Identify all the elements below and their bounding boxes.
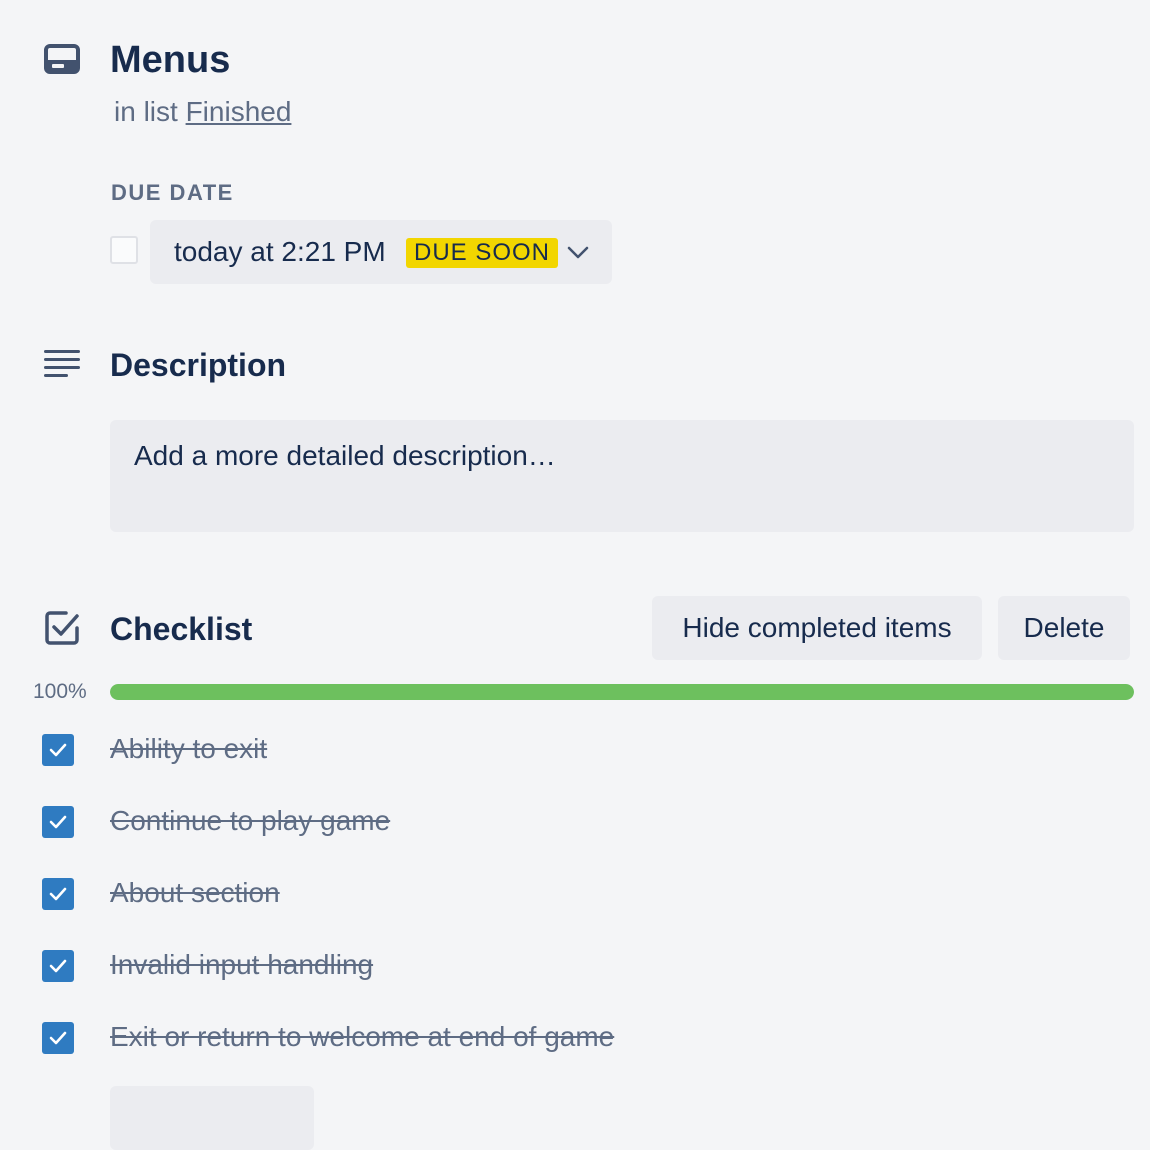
checklist-item-checkbox[interactable] <box>42 1022 74 1054</box>
card-title[interactable]: Menus <box>110 38 230 82</box>
add-item-button[interactable] <box>110 1086 314 1150</box>
description-heading: Description <box>110 347 287 383</box>
in-list-line: in list Finished <box>114 96 291 128</box>
checklist-item-label[interactable]: Exit or return to welcome at end of game <box>110 1020 614 1054</box>
checklist-item: Invalid input handling <box>0 928 1150 1000</box>
checklist-progress-bar <box>110 684 1134 700</box>
checkmark-icon <box>49 887 67 901</box>
checklist-item-label[interactable]: Invalid input handling <box>110 948 373 982</box>
description-lines-icon <box>44 348 80 378</box>
checkmark-icon <box>49 815 67 829</box>
delete-checklist-button[interactable]: Delete <box>998 596 1130 660</box>
checkmark-icon <box>49 959 67 973</box>
checklist-item-label[interactable]: About section <box>110 876 280 910</box>
due-date-value: today at 2:21 PM <box>174 236 386 267</box>
description-editor[interactable]: Add a more detailed description… <box>110 420 1134 532</box>
card-icon <box>44 44 80 74</box>
checklist-item-checkbox[interactable] <box>42 806 74 838</box>
checklist-items: Ability to exit Continue to play game Abou… <box>0 712 1150 1072</box>
checklist-item: About section <box>0 856 1150 928</box>
due-date-label: DUE DATE <box>111 180 234 205</box>
checklist-item-checkbox[interactable] <box>42 734 74 766</box>
checklist-item-checkbox[interactable] <box>42 950 74 982</box>
checklist-progress-fill <box>110 684 1134 700</box>
checklist-progress-percent: 100% <box>33 680 87 703</box>
checklist-item: Exit or return to welcome at end of game <box>0 1000 1150 1072</box>
list-name-link[interactable]: Finished <box>186 96 292 127</box>
due-date-button[interactable]: today at 2:21 PM DUE SOON <box>150 220 612 284</box>
checklist-item: Ability to exit <box>0 712 1150 784</box>
in-list-prefix: in list <box>114 96 178 127</box>
checkmark-icon <box>49 743 67 757</box>
checklist-title[interactable]: Checklist <box>110 610 252 648</box>
due-date-complete-checkbox[interactable] <box>110 236 138 264</box>
checklist-item-label[interactable]: Continue to play game <box>110 804 390 838</box>
checklist-icon <box>44 610 80 646</box>
checklist-item-label[interactable]: Ability to exit <box>110 732 267 766</box>
checkmark-icon <box>49 1031 67 1045</box>
description-placeholder: Add a more detailed description… <box>134 440 556 471</box>
checklist-item-checkbox[interactable] <box>42 878 74 910</box>
checklist-item: Continue to play game <box>0 784 1150 856</box>
hide-completed-items-button[interactable]: Hide completed items <box>652 596 982 660</box>
due-soon-badge: DUE SOON <box>406 238 559 268</box>
chevron-down-icon <box>566 242 590 262</box>
